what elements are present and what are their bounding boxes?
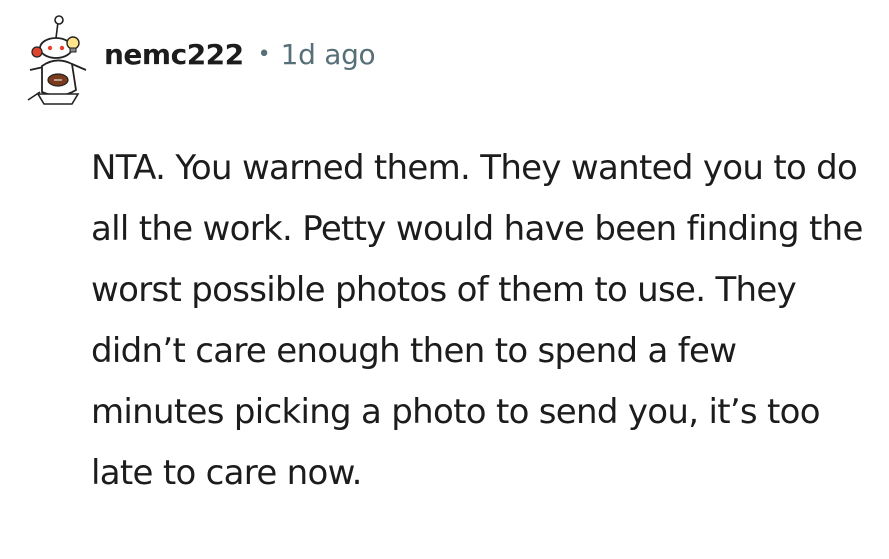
comment: nemc222 • 1d ago NTA. You warned them. T… xyxy=(0,0,889,559)
separator-dot: • xyxy=(257,41,271,67)
comment-body: NTA. You warned them. They wanted you to… xyxy=(91,148,863,493)
timestamp-link[interactable]: 1d ago xyxy=(281,38,376,71)
snoo-avatar-icon[interactable] xyxy=(20,8,102,108)
username-link[interactable]: nemc222 xyxy=(104,38,244,71)
comment-header: nemc222 • 1d ago xyxy=(20,8,376,108)
comment-meta: nemc222 • 1d ago xyxy=(104,38,376,71)
